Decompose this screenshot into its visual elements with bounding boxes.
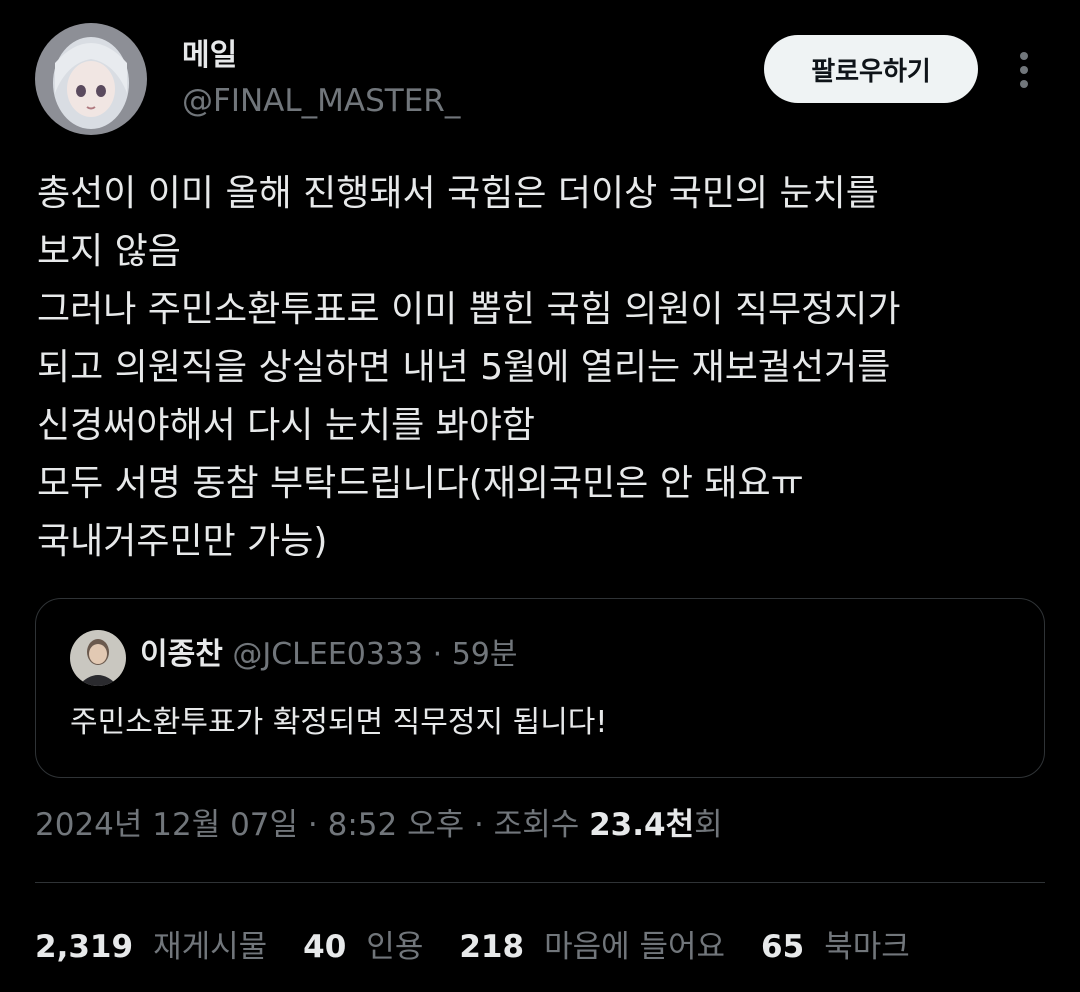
quotes-stat[interactable]: 40 인용 [303,925,423,969]
anime-avatar-icon [35,23,147,135]
likes-label: 마음에 들어요 [544,929,726,965]
likes-stat[interactable]: 218 마음에 들어요 [459,925,725,969]
bookmarks-stat[interactable]: 65 북마크 [761,925,910,969]
quotes-label: 인용 [366,929,424,965]
reposts-label: 재게시물 [153,929,268,965]
likes-count: 218 [459,929,525,965]
quote-header: 이종찬 @JCLEE0333 · 59분 [140,635,518,675]
quote-author-meta: @JCLEE0333 · 59분 [222,637,518,672]
tweet-timestamp: 2024년 12월 07일 · 8:52 오후 · 조회수 23.4천회 [35,803,723,847]
user-avatar-icon [70,630,126,686]
bookmarks-count: 65 [761,929,805,965]
views-suffix: 회 [694,807,723,843]
quote-author-name[interactable]: 이종찬 [140,637,223,672]
author-avatar[interactable] [35,23,147,135]
author-display-name[interactable]: 메일 [182,38,237,74]
tweet-text: 총선이 이미 올해 진행돼서 국힘은 더이상 국민의 눈치를 보지 않음 그러나… [37,173,901,562]
bookmarks-label: 북마크 [824,929,910,965]
more-vertical-icon [1020,52,1028,88]
divider [35,882,1045,883]
author-handle[interactable]: @FINAL_MASTER_ [182,82,460,120]
more-options-button[interactable] [1006,48,1042,92]
views-count: 23.4천 [589,807,695,843]
engagement-stats: 2,319 재게시물 40 인용 218 마음에 들어요 65 북마크 [35,925,946,969]
quoted-tweet[interactable]: 이종찬 @JCLEE0333 · 59분 주민소환투표가 확정되면 직무정지 됩… [35,598,1045,778]
reposts-stat[interactable]: 2,319 재게시물 [35,925,267,969]
quote-text: 주민소환투표가 확정되면 직무정지 됩니다! [70,705,608,740]
quote-author-avatar[interactable] [70,630,126,686]
reposts-count: 2,319 [35,929,134,965]
follow-button[interactable]: 팔로우하기 [764,35,978,103]
timestamp-text[interactable]: 2024년 12월 07일 · 8:52 오후 · 조회수 [35,807,589,843]
quotes-count: 40 [303,929,347,965]
